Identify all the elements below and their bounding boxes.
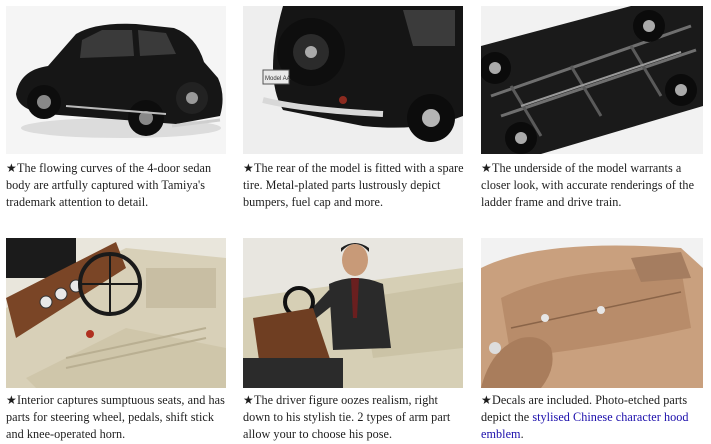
caption-text: ★Interior captures sumptuous seats, and … (6, 393, 225, 441)
svg-text:Model AA: Model AA (265, 76, 291, 82)
caption-interior: ★Interior captures sumptuous seats, and … (6, 392, 228, 443)
caption-text: ★The rear of the model is fitted with a … (243, 161, 464, 209)
caption-text: ★The underside of the model warrants a c… (481, 161, 695, 209)
caption-decals: ★Decals are included. Photo-etched parts… (481, 392, 705, 443)
caption-driver-figure: ★The driver figure oozes realism, right … (243, 392, 465, 443)
caption-sedan-curves: ★The flowing curves of the 4-door sedan … (6, 160, 228, 211)
hood-emblem-photo[interactable] (481, 238, 703, 388)
feature-gallery: ★The flowing curves of the 4-door sedan … (0, 0, 711, 444)
caption-underside: ★The underside of the model warrants a c… (481, 160, 705, 211)
car-rear-photo[interactable]: Model AA (243, 6, 463, 154)
caption-text: ★The driver figure oozes realism, right … (243, 393, 451, 441)
caption-text: ★The flowing curves of the 4-door sedan … (6, 161, 212, 209)
caption-text-end: . (520, 427, 524, 441)
car-side-photo[interactable] (6, 6, 226, 154)
caption-rear-spare-tire: ★The rear of the model is fitted with a … (243, 160, 465, 211)
car-underside-photo[interactable] (481, 6, 703, 154)
interior-dashboard-photo[interactable] (6, 238, 226, 388)
driver-figure-photo[interactable] (243, 238, 463, 388)
